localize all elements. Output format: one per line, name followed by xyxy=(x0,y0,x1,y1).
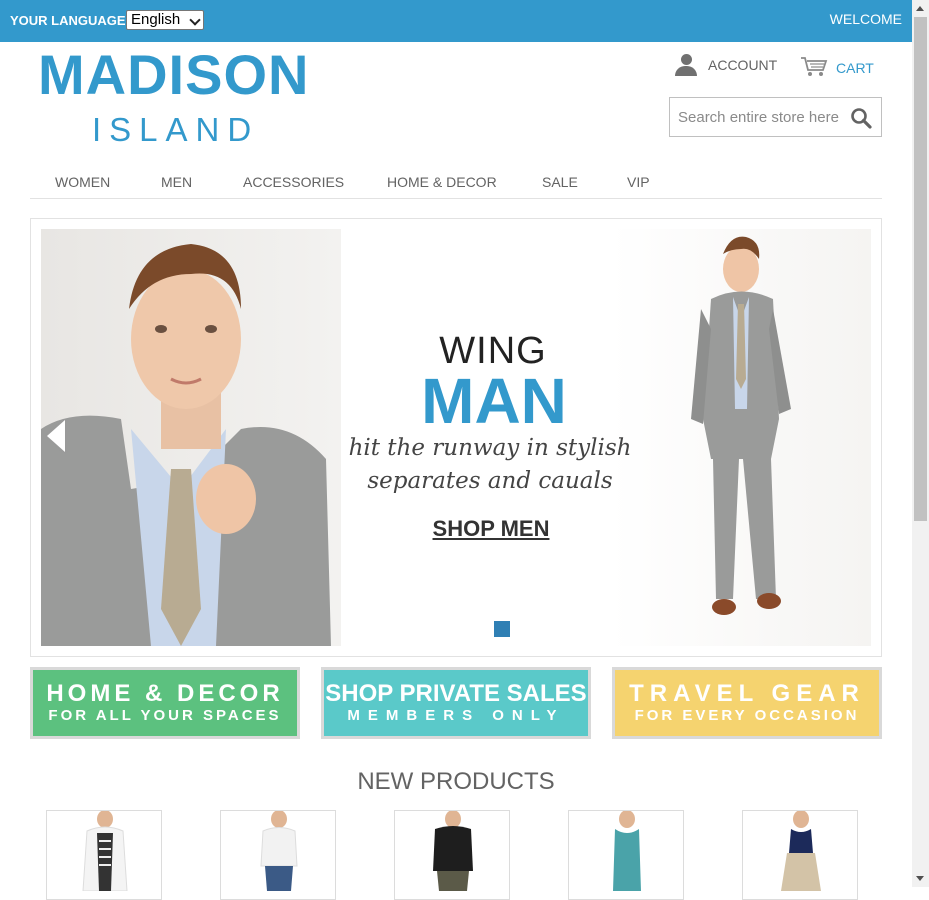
promo-subtitle: FOR EVERY OCCASION xyxy=(634,707,860,724)
logo-main[interactable]: MADISON xyxy=(38,42,309,108)
language-selected: English xyxy=(131,11,181,28)
chevron-down-icon xyxy=(189,14,201,26)
scroll-up-arrow-icon[interactable] xyxy=(916,6,924,11)
nav-item-accessories[interactable]: ACCESSORIES xyxy=(243,174,344,190)
model-fullbody-image xyxy=(691,236,791,615)
promo-title: SHOP PRIVATE SALES xyxy=(325,680,587,707)
promo-subtitle: FOR ALL YOUR SPACES xyxy=(48,707,282,724)
cart-label: CART xyxy=(836,60,874,76)
person-icon xyxy=(674,54,698,76)
nav-item-sale[interactable]: SALE xyxy=(542,174,578,190)
cart-link[interactable]: CART xyxy=(800,55,874,81)
nav-item-men[interactable]: MEN xyxy=(161,174,192,190)
promo-title: HOME & DECOR xyxy=(46,680,284,707)
scroll-down-arrow-icon[interactable] xyxy=(916,876,924,881)
account-label: ACCOUNT xyxy=(708,57,778,73)
promo-home-decor[interactable]: HOME & DECOR FOR ALL YOUR SPACES xyxy=(30,667,300,739)
scrollbar-thumb[interactable] xyxy=(914,17,927,521)
welcome-text: WELCOME xyxy=(829,11,902,27)
top-bar: YOUR LANGUAGE: English WELCOME xyxy=(0,0,912,42)
language-label: YOUR LANGUAGE: xyxy=(10,13,130,28)
hero-headline-line2: MAN xyxy=(421,365,567,437)
nav-item-vip[interactable]: VIP xyxy=(627,174,650,190)
hero-tagline: hit the runway in stylish separates and … xyxy=(348,435,632,494)
search-box xyxy=(669,97,882,137)
model-closeup-image xyxy=(41,244,331,646)
nav-item-home-decor[interactable]: HOME & DECOR xyxy=(387,174,497,190)
cart-icon xyxy=(800,56,828,81)
promo-private-sales[interactable]: SHOP PRIVATE SALES MEMBERS ONLY xyxy=(321,667,591,739)
new-products-heading: NEW PRODUCTS xyxy=(357,768,555,795)
account-link[interactable]: ACCOUNT xyxy=(674,52,777,78)
slider-prev-arrow-icon[interactable] xyxy=(47,420,65,452)
logo-sub[interactable]: ISLAND xyxy=(92,110,259,150)
search-input[interactable] xyxy=(678,107,840,127)
page-scrollbar[interactable] xyxy=(912,0,929,887)
shop-men-link[interactable]: SHOP MEN xyxy=(420,516,562,542)
language-select[interactable]: English xyxy=(126,10,204,30)
search-icon[interactable] xyxy=(850,107,872,134)
promo-subtitle: MEMBERS ONLY xyxy=(347,707,565,724)
main-nav: WOMEN MEN ACCESSORIES HOME & DECOR SALE … xyxy=(30,168,882,199)
promo-travel-gear[interactable]: TRAVEL GEAR FOR EVERY OCCASION xyxy=(612,667,882,739)
nav-item-women[interactable]: WOMEN xyxy=(55,174,110,190)
promo-title: TRAVEL GEAR xyxy=(629,680,865,707)
slider-pager-dot[interactable] xyxy=(494,621,510,637)
